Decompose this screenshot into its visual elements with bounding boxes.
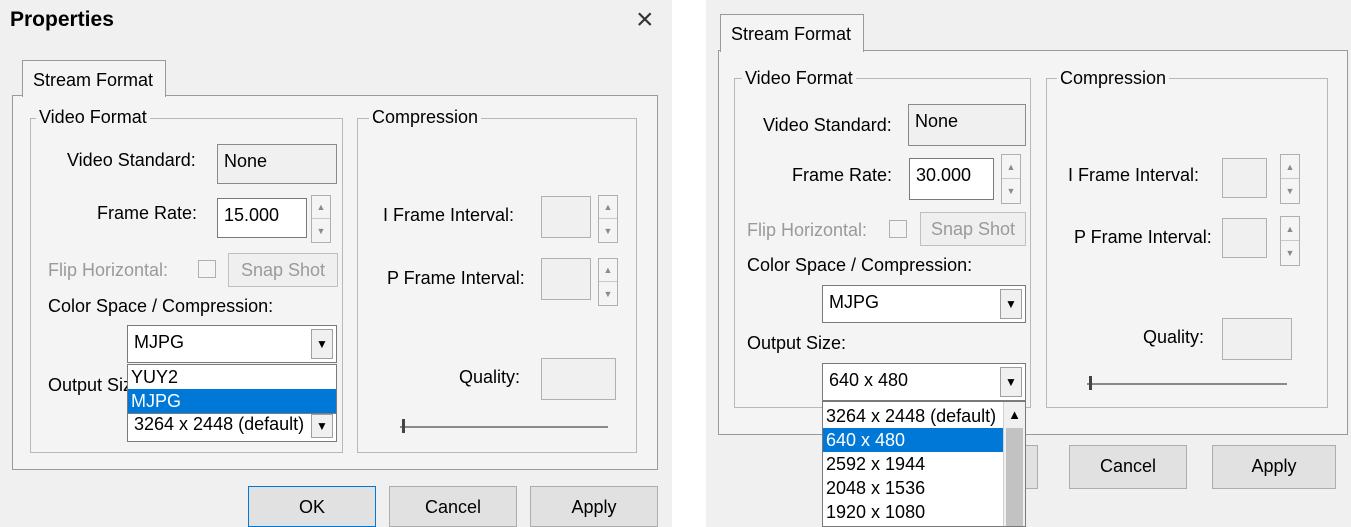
color-space-dropdown-list: YUY2 MJPG bbox=[127, 364, 337, 414]
color-space-label: Color Space / Compression: bbox=[747, 255, 973, 275]
compression-legend: Compression bbox=[369, 107, 482, 128]
video-standard-field: None bbox=[908, 104, 1026, 146]
video-format-legend: Video Format bbox=[742, 68, 856, 89]
video-format-legend: Video Format bbox=[36, 107, 150, 128]
quality-slider-thumb[interactable] bbox=[1089, 376, 1092, 390]
i-frame-interval-label: I Frame Interval: bbox=[1068, 165, 1200, 185]
output-size-label: Output Size: bbox=[747, 333, 847, 353]
frame-rate-spinner[interactable]: ▲ ▼ bbox=[1001, 154, 1021, 204]
left-properties-dialog: Properties × Stream Format Video Format … bbox=[0, 0, 672, 527]
cancel-button[interactable]: Cancel bbox=[389, 486, 517, 527]
quality-slider-thumb[interactable] bbox=[402, 419, 405, 433]
flip-horizontal-checkbox[interactable] bbox=[889, 220, 907, 238]
i-frame-interval-label: I Frame Interval: bbox=[383, 205, 515, 225]
p-frame-interval-spinner: ▲ ▼ bbox=[598, 258, 618, 306]
quality-slider-track bbox=[400, 426, 608, 428]
spin-down-icon[interactable]: ▼ bbox=[312, 219, 330, 242]
p-frame-interval-spinner: ▲ ▼ bbox=[1280, 216, 1300, 266]
close-icon[interactable]: × bbox=[636, 5, 654, 35]
flip-horizontal-label: Flip Horizontal: bbox=[747, 220, 868, 240]
spin-down-icon: ▼ bbox=[1285, 186, 1295, 196]
i-frame-interval-field bbox=[1222, 158, 1267, 198]
snap-shot-button[interactable]: Snap Shot bbox=[920, 212, 1026, 246]
tab-stream-format[interactable]: Stream Format bbox=[720, 14, 864, 52]
video-standard-label: Video Standard: bbox=[67, 150, 196, 170]
frame-rate-label: Frame Rate: bbox=[97, 203, 198, 223]
frame-rate-spinner[interactable]: ▲ ▼ bbox=[311, 195, 331, 243]
quality-field bbox=[1222, 318, 1292, 360]
color-space-value: MJPG bbox=[134, 332, 185, 352]
output-size-option-selected[interactable]: 640 x 480 bbox=[823, 428, 1003, 452]
spin-up-icon: ▲ bbox=[1281, 217, 1299, 241]
output-size-dropdown-list: 3264 x 2448 (default) 640 x 480 2592 x 1… bbox=[822, 401, 1026, 527]
p-frame-interval-field bbox=[1222, 218, 1267, 258]
apply-button[interactable]: Apply bbox=[530, 486, 658, 527]
p-frame-interval-label: P Frame Interval: bbox=[1074, 227, 1212, 247]
window-title: Properties bbox=[10, 8, 114, 31]
p-frame-interval-label: P Frame Interval: bbox=[387, 268, 525, 288]
video-standard-label: Video Standard: bbox=[763, 115, 892, 135]
quality-field bbox=[541, 358, 616, 400]
quality-label: Quality: bbox=[459, 367, 521, 387]
spin-up-icon[interactable]: ▲ bbox=[1002, 155, 1020, 179]
chevron-down-icon[interactable]: ▼ bbox=[1000, 289, 1022, 319]
spin-down-icon: ▼ bbox=[603, 288, 613, 299]
color-space-value: MJPG bbox=[829, 292, 880, 312]
output-size-options: 3264 x 2448 (default) 640 x 480 2592 x 1… bbox=[823, 404, 1003, 524]
color-space-label: Color Space / Compression: bbox=[48, 296, 274, 316]
quality-label: Quality: bbox=[1143, 327, 1205, 347]
output-size-value: 640 x 480 bbox=[829, 370, 909, 390]
color-space-select[interactable]: MJPG ▼ bbox=[822, 285, 1026, 323]
spin-up-icon[interactable]: ▲ bbox=[312, 196, 330, 219]
apply-button[interactable]: Apply bbox=[1212, 445, 1336, 489]
p-frame-interval-field bbox=[541, 258, 591, 300]
i-frame-interval-spinner: ▲ ▼ bbox=[598, 195, 618, 243]
color-space-option[interactable]: YUY2 bbox=[128, 365, 336, 389]
quality-slider-track bbox=[1087, 383, 1287, 385]
spin-up-icon: ▲ bbox=[599, 259, 617, 282]
flip-horizontal-checkbox[interactable] bbox=[198, 260, 216, 278]
chevron-down-icon[interactable]: ▼ bbox=[311, 329, 333, 359]
frame-rate-input[interactable]: 30.000 bbox=[909, 158, 994, 200]
spin-down-icon: ▼ bbox=[603, 225, 613, 236]
color-space-option-selected[interactable]: MJPG bbox=[128, 389, 336, 413]
frame-rate-input[interactable]: 15.000 bbox=[217, 198, 307, 238]
scrollbar-thumb[interactable] bbox=[1006, 428, 1023, 526]
snap-shot-button[interactable]: Snap Shot bbox=[228, 253, 338, 287]
cancel-button[interactable]: Cancel bbox=[1069, 445, 1187, 489]
i-frame-interval-spinner: ▲ ▼ bbox=[1280, 154, 1300, 204]
spin-down-icon: ▼ bbox=[1285, 248, 1295, 258]
color-space-select[interactable]: MJPG ▼ bbox=[127, 325, 337, 363]
output-size-value: 3264 x 2448 (default) bbox=[134, 414, 305, 434]
ok-button[interactable]: OK bbox=[248, 486, 376, 527]
dropdown-scrollbar[interactable]: ▲ bbox=[1003, 402, 1025, 526]
video-standard-field: None bbox=[217, 144, 337, 184]
compression-legend: Compression bbox=[1057, 68, 1170, 89]
chevron-down-icon[interactable]: ▼ bbox=[311, 414, 333, 438]
output-size-select[interactable]: 640 x 480 ▼ bbox=[822, 363, 1026, 401]
frame-rate-label: Frame Rate: bbox=[792, 165, 893, 185]
spin-up-icon: ▲ bbox=[1281, 155, 1299, 179]
chevron-down-icon[interactable]: ▼ bbox=[1000, 367, 1022, 397]
output-size-option[interactable]: 3264 x 2448 (default) bbox=[823, 404, 1003, 428]
scroll-up-icon[interactable]: ▲ bbox=[1004, 402, 1025, 426]
spin-up-icon: ▲ bbox=[599, 196, 617, 219]
output-size-select[interactable]: 3264 x 2448 (default) ▼ bbox=[127, 410, 337, 442]
output-size-option[interactable]: 2048 x 1536 bbox=[823, 476, 1003, 500]
tab-stream-format[interactable]: Stream Format bbox=[22, 60, 166, 97]
flip-horizontal-label: Flip Horizontal: bbox=[48, 260, 169, 280]
output-size-option[interactable]: 2592 x 1944 bbox=[823, 452, 1003, 476]
spin-down-icon[interactable]: ▼ bbox=[1002, 179, 1020, 203]
output-size-option[interactable]: 1920 x 1080 bbox=[823, 500, 1003, 524]
right-properties-dialog: Stream Format Video Format Video Standar… bbox=[706, 0, 1351, 527]
i-frame-interval-field bbox=[541, 196, 591, 238]
